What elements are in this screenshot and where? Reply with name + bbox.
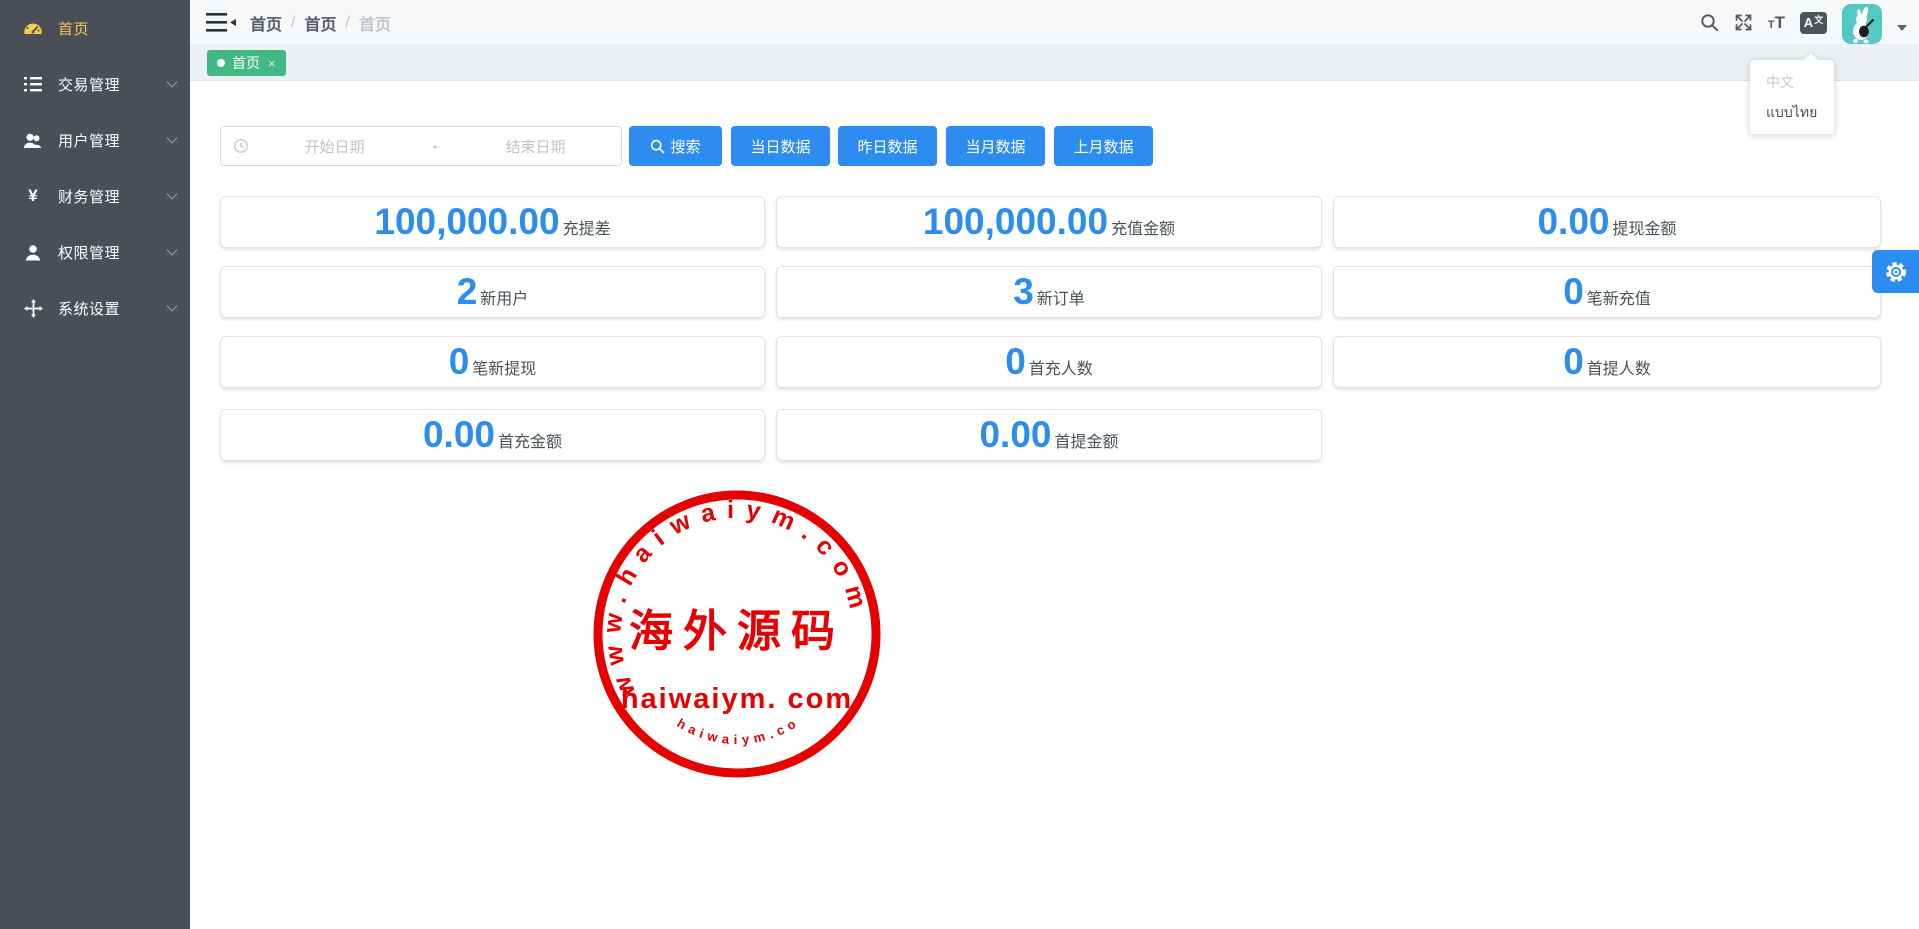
menu-fold-icon[interactable]: [206, 12, 236, 33]
person-icon: [20, 244, 46, 261]
sidebar-item-label: 用户管理: [58, 130, 120, 151]
stat-card-first-recharge-amount: 0.00首充金额: [220, 409, 765, 461]
stat-label: 新订单: [1037, 285, 1085, 309]
tab-close-icon[interactable]: ×: [268, 56, 276, 71]
stat-card-recharge-withdraw-diff: 100,000.00充提差: [220, 196, 765, 248]
chevron-down-icon: [166, 244, 177, 255]
sidebar-item-label: 权限管理: [58, 242, 120, 263]
stat-card-recharge-amount: 100,000.00充值金额: [776, 196, 1322, 248]
stat-card-new-withdrawals: 0笔新提现: [220, 336, 765, 388]
sidebar-item-home[interactable]: 首页: [0, 0, 190, 56]
date-range-input[interactable]: 开始日期 - 结束日期: [220, 126, 622, 166]
sidebar-item-finance[interactable]: ¥ 财务管理: [0, 168, 190, 224]
sidebar-item-label: 财务管理: [58, 186, 120, 207]
start-date-placeholder[interactable]: 开始日期: [249, 136, 420, 157]
language-option-chinese: 中文: [1750, 67, 1834, 97]
end-date-placeholder[interactable]: 结束日期: [450, 136, 621, 157]
settings-gear-button[interactable]: [1872, 250, 1919, 293]
stat-label: 首提人数: [1587, 355, 1651, 379]
clock-icon: [233, 138, 249, 154]
today-data-button[interactable]: 当日数据: [731, 126, 830, 166]
stat-label: 笔新提现: [472, 355, 536, 379]
stat-card-withdraw-amount: 0.00提现金额: [1333, 196, 1881, 248]
avatar[interactable]: [1842, 4, 1882, 44]
search-icon[interactable]: [1700, 13, 1719, 32]
last-month-data-button[interactable]: 上月数据: [1054, 126, 1153, 166]
stat-card-first-recharge-users: 0首充人数: [776, 336, 1322, 388]
topbar: 首页 / 首页 / 首页 TT A文: [190, 0, 1919, 45]
sidebar-item-settings[interactable]: 系统设置: [0, 280, 190, 336]
breadcrumb-item[interactable]: 首页: [250, 11, 282, 35]
sidebar: 首页 交易管理 用户管理 ¥ 财务管理 权限管理: [0, 0, 190, 929]
search-button[interactable]: 搜索: [629, 126, 722, 166]
dashboard-icon: [20, 19, 46, 37]
stat-value: 0: [1005, 337, 1026, 387]
stat-card-first-withdraw-users: 0首提人数: [1333, 336, 1881, 388]
chevron-down-icon: [166, 132, 177, 143]
stat-label: 首提金额: [1055, 428, 1119, 452]
date-separator: -: [420, 138, 450, 155]
sidebar-item-users[interactable]: 用户管理: [0, 112, 190, 168]
stat-value: 0: [449, 337, 470, 387]
chevron-down-icon: [166, 300, 177, 311]
stat-label: 新用户: [480, 285, 528, 309]
topbar-actions: TT A文: [1700, 0, 1907, 45]
sidebar-item-label: 系统设置: [58, 298, 120, 319]
stat-card-new-recharges: 0笔新充值: [1333, 266, 1881, 318]
breadcrumb-item-current: 首页: [359, 11, 391, 35]
stat-value: 0: [1563, 267, 1584, 317]
language-option-thai[interactable]: แบบไทย: [1750, 97, 1834, 127]
tab-home[interactable]: 首页 ×: [207, 50, 286, 76]
stat-value: 0: [1563, 337, 1584, 387]
sidebar-item-label: 首页: [58, 18, 89, 39]
this-month-data-button[interactable]: 当月数据: [946, 126, 1045, 166]
fullscreen-icon[interactable]: [1734, 13, 1753, 32]
translate-icon[interactable]: A文: [1800, 12, 1827, 34]
stat-label: 首充金额: [498, 428, 562, 452]
stat-label: 充提差: [563, 215, 611, 239]
tab-active-dot-icon: [217, 59, 225, 67]
stat-value: 0.00: [979, 410, 1051, 460]
stat-label: 首充人数: [1029, 355, 1093, 379]
stat-label: 充值金额: [1111, 215, 1175, 239]
chevron-down-icon: [166, 188, 177, 199]
stat-card-new-orders: 3新订单: [776, 266, 1322, 318]
gear-icon: [1883, 259, 1909, 285]
language-menu: 中文 แบบไทย: [1750, 60, 1834, 134]
breadcrumb: 首页 / 首页 / 首页: [250, 0, 391, 45]
move-icon: [20, 299, 46, 318]
trade-list-icon: [20, 76, 46, 93]
stat-card-new-users: 2新用户: [220, 266, 765, 318]
admin-dashboard: 首页 交易管理 用户管理 ¥ 财务管理 权限管理: [0, 0, 1919, 929]
stat-value: 100,000.00: [374, 197, 559, 247]
yen-icon: ¥: [20, 186, 46, 206]
stat-value: 100,000.00: [923, 197, 1108, 247]
yesterday-data-button[interactable]: 昨日数据: [838, 126, 937, 166]
stat-card-first-withdraw-amount: 0.00首提金额: [776, 409, 1322, 461]
stat-value: 0.00: [423, 410, 495, 460]
search-button-label: 搜索: [670, 136, 700, 157]
chevron-down-icon: [166, 76, 177, 87]
stat-label: 笔新充值: [1587, 285, 1651, 309]
sidebar-item-trade[interactable]: 交易管理: [0, 56, 190, 112]
stat-value: 0.00: [1537, 197, 1609, 247]
breadcrumb-separator: /: [291, 14, 295, 32]
tab-label: 首页: [232, 53, 260, 73]
breadcrumb-item[interactable]: 首页: [304, 11, 336, 35]
main-content: 开始日期 - 结束日期 搜索 当日数据 昨日数据 当月数据 上月数据 100,0…: [190, 82, 1919, 929]
stat-label: 提现金额: [1613, 215, 1677, 239]
sidebar-item-label: 交易管理: [58, 74, 120, 95]
stat-value: 2: [457, 267, 478, 317]
users-icon: [20, 132, 46, 149]
tab-bar: 首页 ×: [190, 45, 1919, 81]
caret-down-icon[interactable]: [1897, 25, 1907, 31]
stat-value: 3: [1013, 267, 1034, 317]
breadcrumb-separator: /: [345, 14, 349, 32]
sidebar-item-permissions[interactable]: 权限管理: [0, 224, 190, 280]
font-size-icon[interactable]: TT: [1768, 14, 1785, 32]
